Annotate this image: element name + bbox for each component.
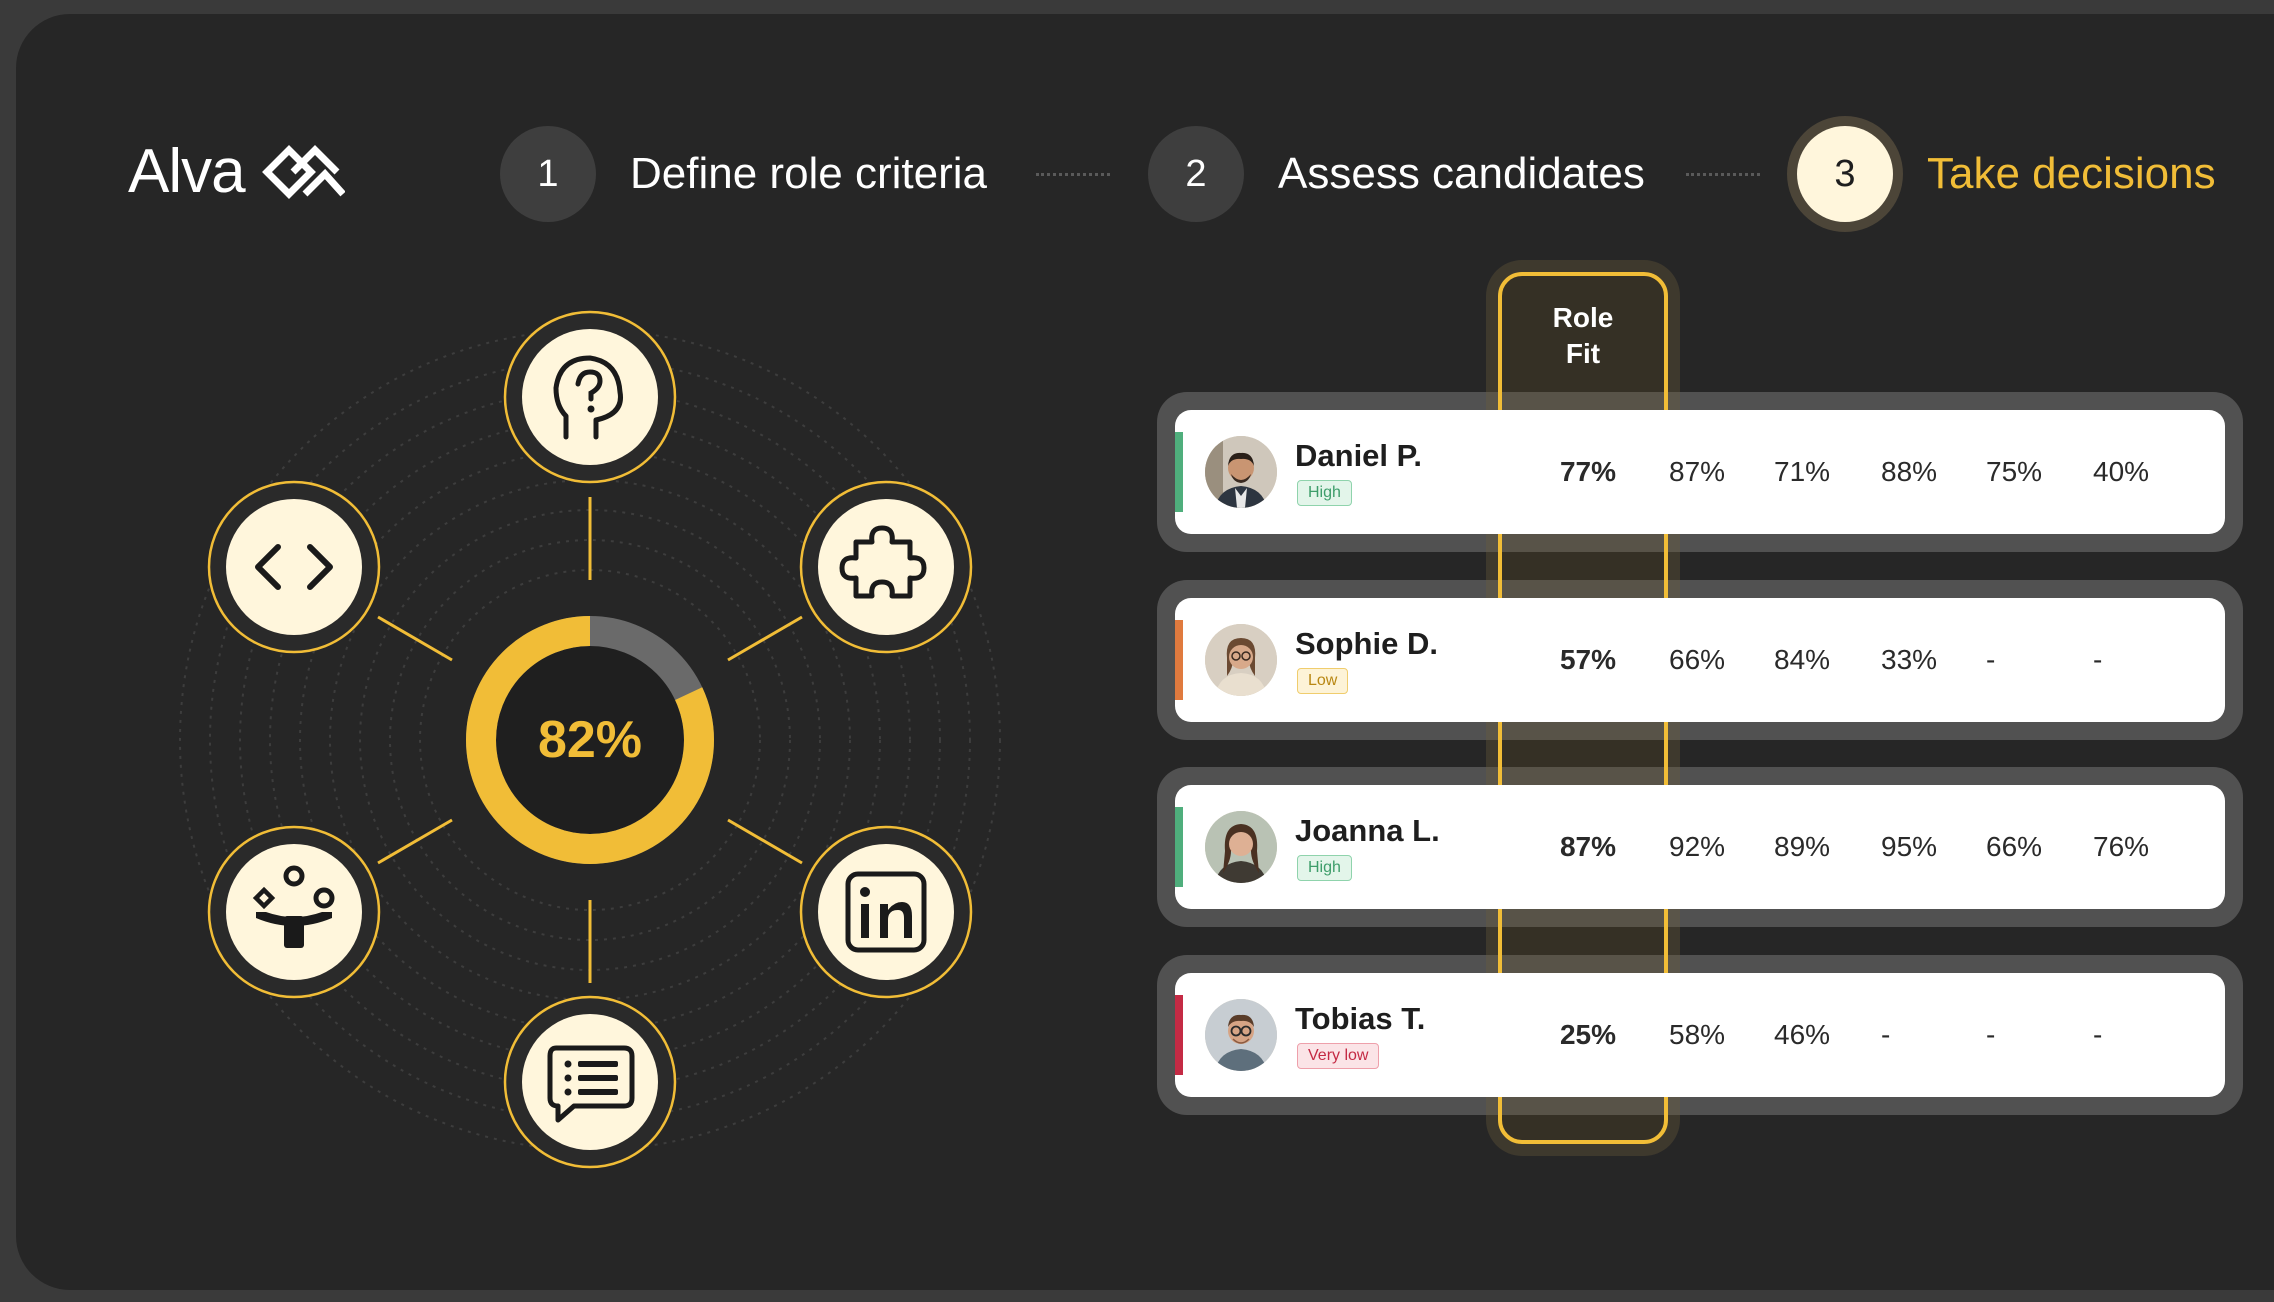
avatar <box>1205 811 1277 883</box>
candidate-row[interactable]: Tobias T. Very low 25% 58% 46% - - - <box>1175 973 2225 1097</box>
step-assess-candidates[interactable]: 2 Assess candidates <box>1148 126 1645 222</box>
score-cell: 87% <box>1669 456 1726 487</box>
candidate-row[interactable]: Daniel P. High 77% 87% 71% 88% 75% 40% <box>1175 410 2225 534</box>
score-cell: 40% <box>2093 456 2150 487</box>
avatar <box>1205 436 1277 508</box>
score-cell: 58% <box>1669 1019 1726 1050</box>
step-label: Take decisions <box>1927 149 2216 198</box>
score-cell: 84% <box>1774 644 1831 675</box>
role-fit-header: Role Fit <box>1498 300 1668 372</box>
candidate-row[interactable]: Joanna L. High 87% 92% 89% 95% 66% 76% <box>1175 785 2225 909</box>
score-value: 82% <box>538 711 642 769</box>
candidate-name: Tobias T. <box>1295 1001 1426 1036</box>
step-take-decisions[interactable]: 3 Take decisions <box>1797 126 2216 222</box>
role-fit-value: 25% <box>1559 1019 1617 1050</box>
score-cell: 76% <box>2093 831 2150 862</box>
step-number: 2 <box>1148 126 1244 222</box>
step-number: 3 <box>1797 126 1893 222</box>
role-fit-value: 57% <box>1559 644 1617 675</box>
score-cell: - <box>1881 1019 1891 1050</box>
chat-list-icon[interactable] <box>503 995 677 1169</box>
score-cell: 75% <box>1986 456 2043 487</box>
head-question-icon[interactable] <box>503 310 677 484</box>
linkedin-icon[interactable] <box>799 825 973 999</box>
score-cell: - <box>1986 644 1996 675</box>
score-cell: 92% <box>1669 831 1726 862</box>
score-cell: 95% <box>1881 831 1938 862</box>
step-label: Assess candidates <box>1278 149 1645 198</box>
score-cell: 71% <box>1774 456 1831 487</box>
code-icon[interactable] <box>207 480 381 654</box>
role-fit-header-line2: Fit <box>1565 338 1601 369</box>
score-cell: - <box>2093 1019 2103 1050</box>
role-fit-header-line1: Role <box>1552 302 1614 333</box>
score-cell: 66% <box>1669 644 1726 675</box>
fit-level-accent <box>1175 995 1183 1075</box>
candidate-name: Sophie D. <box>1295 626 1438 661</box>
score-cell: 88% <box>1881 456 1938 487</box>
assessment-wheel: 82% <box>179 310 1001 1169</box>
score-cell: - <box>2093 644 2103 675</box>
candidate-row[interactable]: Sophie D. Low 57% 66% 84% 33% - - <box>1175 598 2225 722</box>
avatar <box>1205 999 1277 1071</box>
role-fit-value: 77% <box>1559 456 1617 487</box>
step-connector <box>1686 173 1760 176</box>
score-cell: 89% <box>1774 831 1831 862</box>
fit-level-accent <box>1175 432 1183 512</box>
role-fit-value: 87% <box>1559 831 1617 862</box>
candidate-name: Joanna L. <box>1295 813 1440 848</box>
score-cell: - <box>1986 1019 1996 1050</box>
fit-level-badge: High <box>1297 480 1352 506</box>
fit-level-badge: Low <box>1297 668 1349 694</box>
puzzle-icon[interactable] <box>799 480 973 654</box>
fit-level-badge: High <box>1297 855 1352 881</box>
avatar <box>1205 624 1277 696</box>
score-cell: 46% <box>1774 1019 1831 1050</box>
team-icon[interactable] <box>207 825 381 999</box>
fit-level-badge: Very low <box>1297 1043 1380 1069</box>
score-cell: 33% <box>1881 644 1938 675</box>
score-cell: 66% <box>1986 831 2043 862</box>
fit-level-accent <box>1175 620 1183 700</box>
fit-level-accent <box>1175 807 1183 887</box>
candidate-name: Daniel P. <box>1295 438 1422 473</box>
